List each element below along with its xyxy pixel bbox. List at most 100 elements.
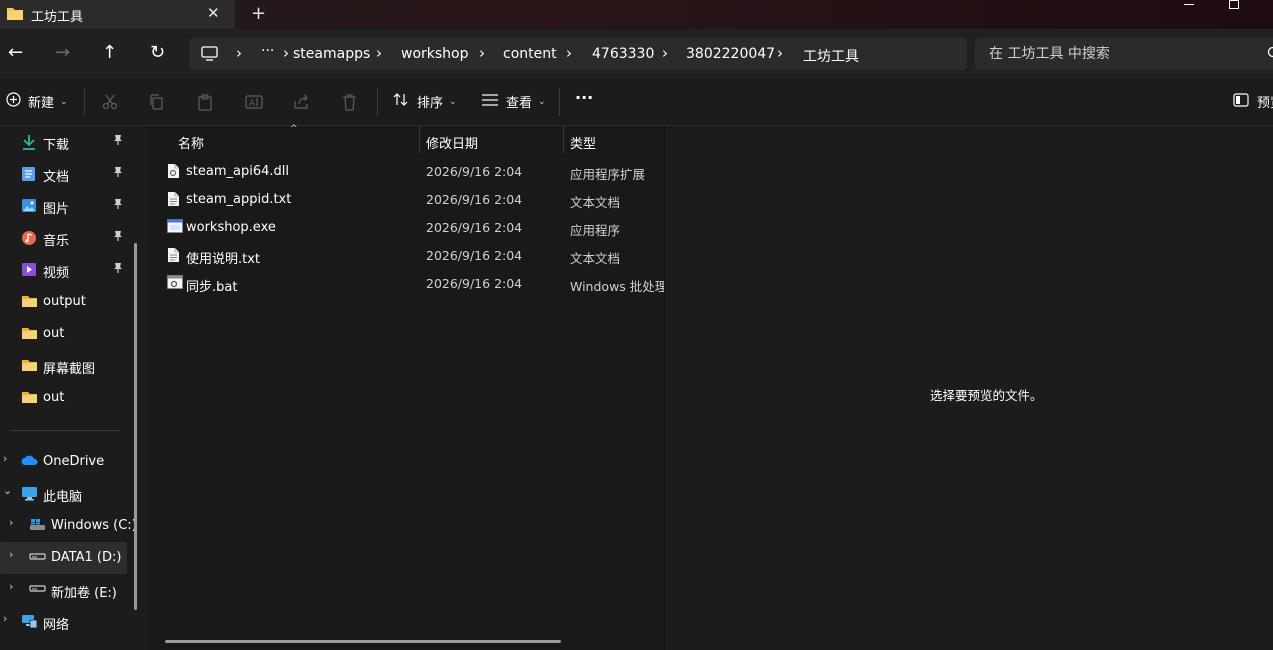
breadcrumb-separator: › [376,44,382,62]
refresh-button[interactable]: ↻ [150,42,165,64]
file-row[interactable]: steam_api64.dll 2026/9/16 2:04 应用程序扩展 [147,157,664,185]
divider [559,88,560,116]
chevron-right-icon[interactable]: › [3,452,7,465]
monitor-icon[interactable] [201,46,218,65]
chevron-right-icon[interactable]: › [3,612,7,625]
column-header-name[interactable]: 名称 [178,133,204,152]
divider [10,430,120,431]
sidebar-item-pictures[interactable]: 图片 [0,190,130,222]
breadcrumb-separator: › [236,44,242,62]
back-button[interactable]: ← [8,42,23,64]
view-button[interactable]: 查看 ⌄ [482,92,546,111]
sidebar-item-label: output [43,294,86,309]
column-header-type[interactable]: 类型 [570,133,596,152]
pin-icon[interactable] [113,230,123,246]
share-icon[interactable] [293,94,310,114]
text-file-icon [167,191,180,211]
file-date: 2026/9/16 2:04 [426,276,523,291]
sidebar-item-out[interactable]: out [0,318,130,350]
sidebar-item-out[interactable]: out [0,382,130,414]
sidebar-item-onedrive[interactable]: › OneDrive [0,446,130,478]
pin-icon[interactable] [113,262,123,278]
sort-button-label: 排序 [417,96,444,111]
horizontal-scrollbar[interactable] [165,640,561,643]
breadcrumb-item[interactable]: 3802220047 [686,46,775,62]
pin-icon[interactable] [113,166,123,182]
sidebar-item-this-pc[interactable]: ⌄ 此电脑 [0,478,130,510]
column-header-date[interactable]: 修改日期 [426,133,478,152]
chevron-right-icon[interactable]: › [9,548,13,561]
exe-file-icon [167,219,183,237]
title-bar: 工坊工具 ✕ + [0,0,1273,29]
plus-circle-icon [6,92,21,111]
search-input[interactable] [989,38,1259,70]
sidebar-item-drive-c[interactable]: › Windows (C:) [0,510,137,542]
file-row[interactable]: 同步.bat 2026/9/16 2:04 Windows 批处理 [147,269,664,297]
sidebar-item-drive-e[interactable]: › 新加卷 (E:) [0,574,130,606]
preview-message: 选择要预览的文件。 [930,388,1043,403]
rename-icon[interactable]: A [245,94,263,114]
file-row[interactable]: 使用说明.txt 2026/9/16 2:04 文本文档 [147,241,664,269]
sidebar-item-videos[interactable]: 视频 [0,254,130,286]
sidebar-item-drive-d[interactable]: › DATA1 (D:) [0,542,127,574]
chevron-down-icon[interactable]: ⌄ [3,484,12,497]
picture-icon [21,198,37,217]
sidebar-item-label: 视频 [43,266,70,281]
breadcrumb-item[interactable]: 4763330 [592,46,654,62]
chevron-right-icon[interactable]: › [9,516,13,529]
sidebar-item-documents[interactable]: 文档 [0,158,130,190]
breadcrumb-item[interactable]: workshop [401,46,469,62]
breadcrumb-item[interactable]: content [503,46,557,62]
file-list: ^ 名称 修改日期 类型 steam_api64.dll 2026/9/16 2… [147,124,664,650]
tab-current[interactable]: 工坊工具 ✕ [0,0,236,29]
breadcrumb-item-current[interactable]: 工坊工具 [803,46,859,66]
folder-icon [6,6,24,25]
svg-text:A: A [249,99,256,109]
sidebar-item-downloads[interactable]: 下载 [0,126,130,158]
file-name: 使用说明.txt [186,252,261,267]
sidebar-item-network[interactable]: › 网络 [0,606,130,638]
column-separator[interactable] [563,126,564,153]
file-row[interactable]: steam_appid.txt 2026/9/16 2:04 文本文档 [147,185,664,213]
file-type: 文本文档 [570,251,621,266]
up-button[interactable]: ↑ [102,42,117,64]
sidebar-item-label: 网络 [43,618,70,633]
maximize-icon[interactable] [1229,0,1239,9]
file-row[interactable]: workshop.exe 2026/9/16 2:04 应用程序 [147,213,664,241]
sidebar-item-label: 下载 [43,138,70,153]
copy-icon[interactable] [149,94,165,114]
sidebar-item-music[interactable]: 音乐 [0,222,130,254]
new-tab-button[interactable]: + [251,3,266,24]
minimize-icon[interactable] [1184,4,1194,5]
breadcrumb-more-button[interactable]: ··· [261,43,274,59]
chevron-down-icon: ⌄ [449,96,457,107]
sidebar-scrollbar[interactable] [134,243,137,610]
search-icon[interactable] [1267,46,1273,64]
file-type: 文本文档 [570,195,621,210]
search-box[interactable] [975,38,1273,70]
column-separator[interactable] [419,126,420,153]
sidebar-item-output[interactable]: output [0,286,130,318]
divider [84,88,85,116]
dll-file-icon [167,163,180,183]
folder-icon [21,390,38,408]
sidebar-item-screenshots[interactable]: 屏幕截图 [0,350,130,382]
folder-icon [21,358,38,376]
breadcrumb-item[interactable]: steamapps [293,46,370,62]
pin-icon[interactable] [113,134,123,150]
preview-pane-button[interactable]: 预览 [1233,92,1273,111]
more-options-button[interactable]: ··· [575,88,593,107]
breadcrumb-separator: › [777,44,783,62]
sort-button[interactable]: 排序 ⌄ [393,92,457,111]
cut-icon[interactable] [102,94,118,114]
close-tab-icon[interactable]: ✕ [207,4,220,22]
forward-button[interactable]: → [55,42,70,64]
new-button[interactable]: 新建 ⌄ [6,92,68,111]
chevron-right-icon[interactable]: › [9,580,13,593]
pin-icon[interactable] [113,198,123,214]
breadcrumb-separator: › [283,44,289,62]
paste-icon[interactable] [197,94,213,115]
breadcrumb[interactable]: › ··· › steamapps › workshop › content ›… [189,38,967,70]
preview-pane-label: 预览 [1257,96,1273,111]
delete-icon[interactable] [342,94,357,115]
